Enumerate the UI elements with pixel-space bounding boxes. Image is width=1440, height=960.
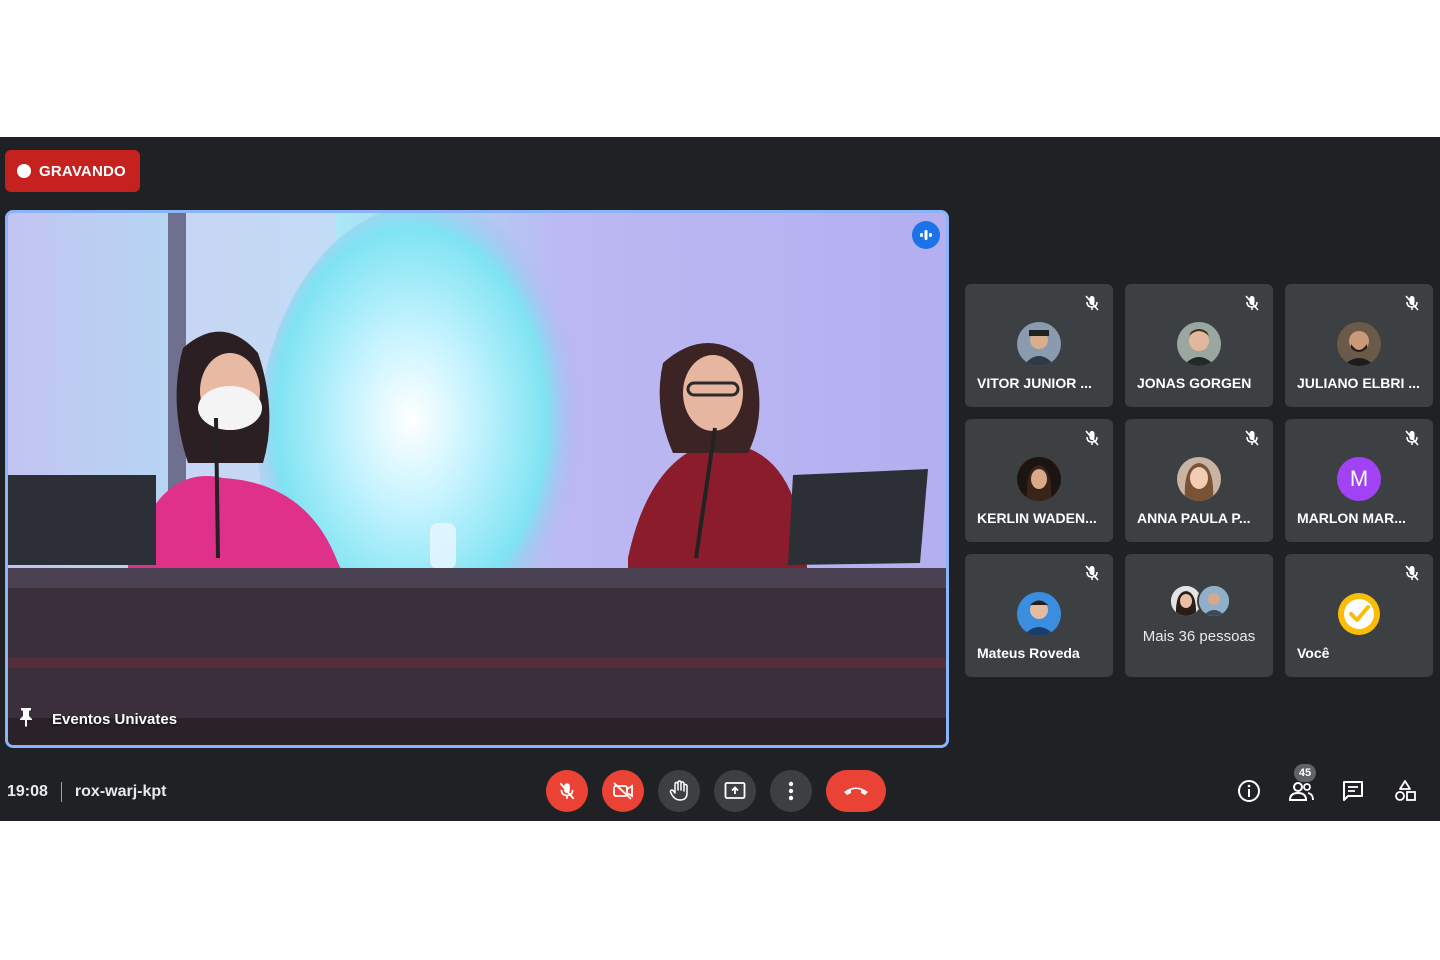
recording-label: GRAVANDO <box>39 162 126 180</box>
participant-name: Você <box>1297 645 1330 661</box>
activities-icon <box>1395 780 1416 801</box>
pin-icon[interactable] <box>18 707 34 731</box>
mic-off-icon <box>1085 430 1099 446</box>
mic-off-icon <box>1405 565 1419 581</box>
participant-name: ANNA PAULA P... <box>1137 510 1251 526</box>
record-dot-icon <box>17 164 31 178</box>
participant-name: VITOR JUNIOR ... <box>977 375 1092 391</box>
participant-name: Mateus Roveda <box>977 645 1080 661</box>
avatar <box>1017 322 1061 366</box>
meet-window: GRAVANDO Eventos Univates VITOR JUNIOR .… <box>0 137 1440 821</box>
more-options-icon <box>788 781 794 801</box>
mic-off-icon <box>1245 430 1259 446</box>
present-now-button[interactable] <box>714 770 756 812</box>
more-participants-tile[interactable]: Mais 36 pessoas <box>1125 554 1273 677</box>
audio-level-icon <box>912 221 940 249</box>
call-controls <box>546 770 886 812</box>
people-icon <box>1288 782 1314 801</box>
participant-tile[interactable]: M MARLON MAR... <box>1285 419 1433 542</box>
chat-button[interactable] <box>1340 778 1366 804</box>
participant-tile[interactable]: JONAS GORGEN <box>1125 284 1273 407</box>
participant-tile[interactable]: KERLIN WADEN... <box>965 419 1113 542</box>
camera-off-icon <box>613 782 633 800</box>
mic-off-icon <box>1245 295 1259 311</box>
meeting-code: rox-warj-kpt <box>74 783 167 800</box>
side-panel-buttons: 45 <box>1236 764 1418 804</box>
participant-tile[interactable]: ANNA PAULA P... <box>1125 419 1273 542</box>
leave-call-button[interactable] <box>826 770 886 812</box>
meeting-info: 19:08 rox-warj-kpt <box>7 782 167 802</box>
participant-tile[interactable]: Mateus Roveda <box>965 554 1113 677</box>
present-screen-icon <box>724 782 746 799</box>
avatar <box>1017 457 1061 501</box>
mic-off-icon <box>1085 565 1099 581</box>
mic-off-icon <box>1085 295 1099 311</box>
raise-hand-button[interactable] <box>658 770 700 812</box>
avatar <box>1177 457 1221 501</box>
participant-grid: VITOR JUNIOR ... JONAS GORGEN JULIANO EL… <box>965 284 1433 677</box>
avatar <box>1197 584 1231 618</box>
pinned-name: Eventos Univates <box>52 710 178 728</box>
hang-up-icon <box>844 787 868 795</box>
presenters-video <box>8 213 946 745</box>
more-participants-label: Mais 36 pessoas <box>1142 628 1256 645</box>
avatar <box>1337 322 1381 366</box>
main-video-tile[interactable]: Eventos Univates <box>5 210 949 748</box>
participant-tile[interactable]: VITOR JUNIOR ... <box>965 284 1113 407</box>
people-button[interactable]: 45 <box>1288 764 1316 804</box>
pinned-participant: Eventos Univates <box>18 707 177 731</box>
self-tile[interactable]: Você <box>1285 554 1433 677</box>
participant-name: JULIANO ELBRI ... <box>1297 375 1420 391</box>
mic-off-icon <box>559 782 575 800</box>
participant-tile[interactable]: JULIANO ELBRI ... <box>1285 284 1433 407</box>
activities-button[interactable] <box>1392 778 1418 804</box>
mic-off-icon <box>1405 295 1419 311</box>
meeting-details-button[interactable] <box>1236 778 1262 804</box>
more-options-button[interactable] <box>770 770 812 812</box>
check-avatar-icon <box>1337 592 1381 636</box>
group-avatars <box>1169 584 1231 618</box>
avatar <box>1177 322 1221 366</box>
clock-time: 19:08 <box>7 783 48 800</box>
toggle-mic-button[interactable] <box>546 770 588 812</box>
people-count-badge: 45 <box>1294 764 1316 782</box>
participant-name: KERLIN WADEN... <box>977 510 1097 526</box>
info-icon <box>1238 780 1260 802</box>
toggle-camera-button[interactable] <box>602 770 644 812</box>
raise-hand-icon <box>669 780 688 801</box>
bottom-control-bar: 19:08 rox-warj-kpt 45 <box>0 762 1440 821</box>
avatar <box>1017 592 1061 636</box>
chat-icon <box>1343 781 1363 801</box>
mic-off-icon <box>1405 430 1419 446</box>
avatar-letter: M <box>1349 466 1369 491</box>
participant-name: JONAS GORGEN <box>1137 375 1252 391</box>
divider <box>60 782 62 802</box>
participant-name: MARLON MAR... <box>1297 510 1406 526</box>
recording-badge[interactable]: GRAVANDO <box>5 150 140 192</box>
letter-avatar: M <box>1337 457 1381 501</box>
